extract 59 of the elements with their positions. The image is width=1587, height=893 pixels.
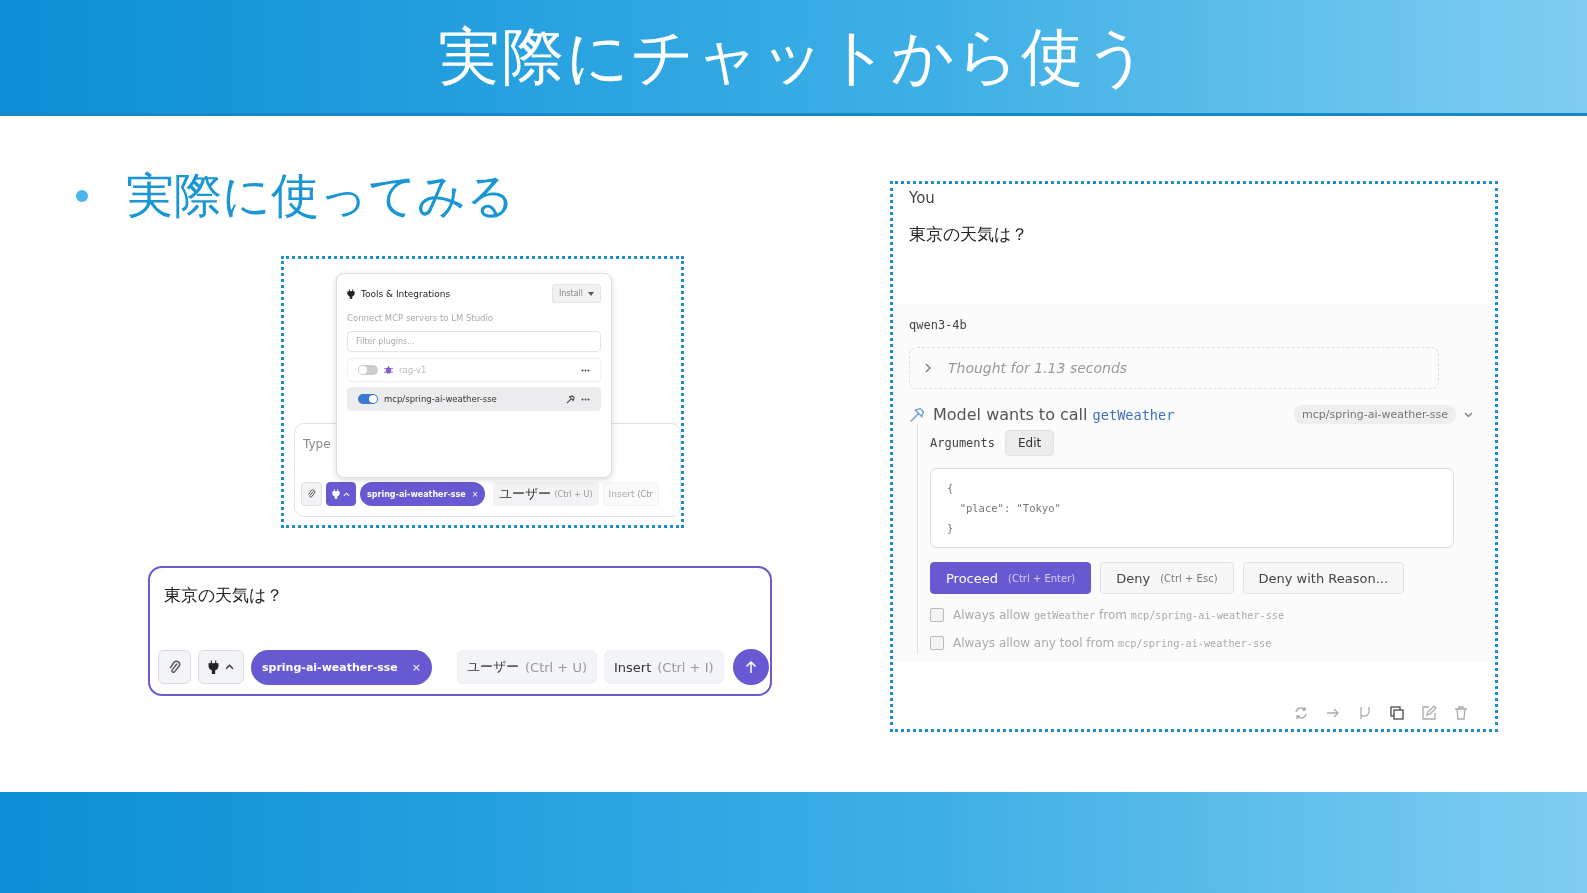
hammer-icon[interactable] xyxy=(566,394,575,404)
checkbox[interactable] xyxy=(930,608,944,622)
plugin-row[interactable]: mcp/spring-ai-weather-sse xyxy=(347,387,601,411)
deny-button[interactable]: Deny (Ctrl + Esc) xyxy=(1100,562,1234,594)
send-button[interactable] xyxy=(732,649,769,685)
popup-subtitle: Connect MCP servers to LM Studio xyxy=(347,313,495,323)
role-button[interactable]: ユーザー (Ctrl + U) xyxy=(457,650,597,684)
edit-button[interactable]: Edit xyxy=(1005,430,1055,456)
arguments-editor[interactable]: { "place": "Tokyo" } xyxy=(930,468,1454,548)
plug-icon xyxy=(208,660,219,674)
attach-button[interactable] xyxy=(158,650,191,684)
bug-icon xyxy=(384,366,393,374)
insert-button[interactable]: Insert (Ctrl + I) xyxy=(603,650,724,684)
plugin-chip[interactable]: spring-ai-weather-sse × xyxy=(251,649,432,685)
filter-field[interactable]: Filter plugins... xyxy=(347,331,601,352)
plugin-chip[interactable]: spring-ai-weather-sse × xyxy=(360,482,486,506)
server-tag: mcp/spring-ai-weather-sse xyxy=(1294,405,1456,424)
model-name: qwen3-4b xyxy=(909,318,968,332)
bullet-text: 実際に使ってみる xyxy=(126,166,515,225)
remove-button[interactable]: × xyxy=(411,660,421,674)
caret-icon xyxy=(343,491,350,497)
thought-toggle[interactable]: Thought for 1.13 seconds xyxy=(909,347,1439,389)
message-text[interactable]: 東京の天気は？ xyxy=(164,584,770,607)
copy-icon[interactable] xyxy=(1389,705,1405,721)
proceed-button[interactable]: Proceed (Ctrl + Enter) xyxy=(930,562,1092,594)
plug-icon xyxy=(332,489,340,499)
tool-call-heading: Model wants to call getWeather xyxy=(933,405,1176,424)
plugin-name: mcp/spring-ai-weather-sse xyxy=(384,394,498,404)
refresh-icon[interactable] xyxy=(1293,705,1309,721)
popup-title: Tools & Integrations xyxy=(361,288,452,299)
plugin-name: rag-v1 xyxy=(399,365,428,375)
plug-icon xyxy=(347,288,355,299)
paperclip-icon xyxy=(168,659,181,675)
role-button[interactable]: ユーザー (Ctrl + U) xyxy=(493,482,599,506)
option-label: Always allow any tool from mcp/spring-ai-weather-sse xyxy=(953,636,1272,650)
attach-button[interactable] xyxy=(301,482,322,506)
paperclip-icon xyxy=(307,489,316,499)
slide-title: 実際にチャットから使う xyxy=(437,18,1150,95)
hammer-icon xyxy=(909,406,925,423)
trash-icon[interactable] xyxy=(1453,705,1469,721)
caret-icon xyxy=(225,664,234,670)
toggle-switch[interactable] xyxy=(358,365,378,375)
more-icon[interactable] xyxy=(581,397,590,401)
deny-button[interactable]: Deny with Reason... xyxy=(1242,562,1405,594)
remove-button[interactable]: × xyxy=(471,489,479,499)
arrow-up-icon xyxy=(744,660,757,674)
edit-icon[interactable] xyxy=(1421,705,1437,721)
chevron-down-icon[interactable] xyxy=(1464,411,1473,418)
insert-button[interactable]: Insert (Ctr xyxy=(602,482,659,506)
toggle-switch[interactable] xyxy=(358,394,378,404)
arguments-label: Arguments xyxy=(930,436,996,450)
sender-label: You xyxy=(909,189,936,207)
install-button[interactable]: Install xyxy=(551,284,601,303)
more-icon[interactable] xyxy=(581,368,590,372)
caret-icon xyxy=(588,291,594,296)
bullet-icon xyxy=(76,190,88,202)
option-label: Always allow getWeather from mcp/spring-ai-weather-sse xyxy=(953,608,1285,622)
checkbox[interactable] xyxy=(930,636,944,650)
user-message: 東京の天気は？ xyxy=(909,223,1029,246)
